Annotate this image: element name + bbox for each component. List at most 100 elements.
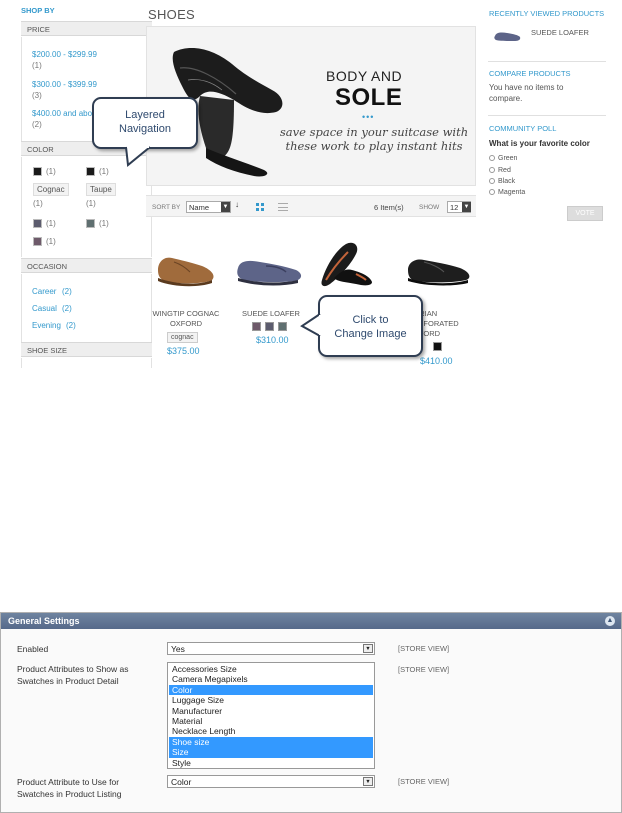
poll-radio-black[interactable] xyxy=(489,178,495,184)
color-swatch-count: (1) xyxy=(99,219,109,228)
listing-swatch-value: Color xyxy=(171,777,192,787)
color-swatch-cognac[interactable]: Cognac xyxy=(33,183,69,196)
recently-viewed-heading: RECENTLY VIEWED PRODUCTS xyxy=(489,9,605,18)
price-filter-400-above[interactable]: $400.00 and above xyxy=(32,109,101,118)
color-swatch-teal[interactable] xyxy=(86,219,95,228)
dorian-perforated-oxford-image[interactable] xyxy=(404,248,476,288)
recent-product-name[interactable]: SUEDE LOAFER xyxy=(531,27,589,38)
color-swatch-count: (1) xyxy=(33,199,43,208)
occasion-filter-career[interactable]: Career xyxy=(32,287,56,296)
grid-view-icon[interactable] xyxy=(256,203,264,211)
product-name-wingtip[interactable]: WINGTIP COGNAC OXFORD xyxy=(146,309,226,329)
color-swatch-charcoal[interactable] xyxy=(86,167,95,176)
multiselect-option-luggage-size[interactable]: Luggage Size xyxy=(169,695,373,705)
multiselect-option-style[interactable]: Style xyxy=(169,758,373,768)
scope-label: [STORE VIEW] xyxy=(398,665,450,674)
price-filter-count: (3) xyxy=(32,91,42,100)
multiselect-option-material[interactable]: Material xyxy=(169,716,373,726)
multiselect-option-shoe-size[interactable]: Shoe size xyxy=(169,736,373,748)
chevron-up-icon[interactable]: ▲ xyxy=(605,616,615,626)
product-price: $375.00 xyxy=(167,346,200,356)
general-settings-panel: General Settings ▲ Enabled Yes ▼ [STORE … xyxy=(0,612,622,813)
product-name-line: OXFORD xyxy=(169,319,203,328)
banner-subheading: SOLE xyxy=(335,84,403,111)
occasion-filter-count: (2) xyxy=(62,287,72,296)
color-swatch-plum[interactable] xyxy=(33,237,42,246)
divider xyxy=(488,61,606,62)
chevron-down-icon[interactable]: ▼ xyxy=(363,777,373,786)
scope-label: [STORE VIEW] xyxy=(398,644,450,653)
color-swatch-count: (1) xyxy=(46,167,56,176)
change-image-callout: Click to Change Image xyxy=(318,295,423,357)
multiselect-option-camera-megapixels[interactable]: Camera Megapixels xyxy=(169,674,373,684)
banner-tagline: save space in your suitcase with these w… xyxy=(279,125,469,153)
multiselect-option-color[interactable]: Color xyxy=(169,684,373,696)
enabled-select[interactable]: Yes ▼ xyxy=(167,642,375,655)
color-swatch-count: (1) xyxy=(99,167,109,176)
show-label: SHOW xyxy=(419,204,440,211)
wingtip-cognac-oxford-image[interactable] xyxy=(154,248,220,288)
section-header[interactable]: General Settings ▲ xyxy=(1,613,621,629)
chevron-down-icon[interactable]: ▼ xyxy=(221,202,230,212)
price-filter-heading: PRICE xyxy=(21,21,152,36)
enabled-label: Enabled xyxy=(17,644,49,654)
layered-navigation-sidebar: SHOP BY PRICE $200.00 - $299.99 (1) $300… xyxy=(15,0,152,368)
poll-radio-magenta[interactable] xyxy=(489,189,495,195)
compare-empty-text: You have no items to compare. xyxy=(489,82,563,104)
chevron-down-icon[interactable]: ▼ xyxy=(462,202,471,212)
sort-by-label: SORT BY xyxy=(152,204,181,211)
callout-pointer xyxy=(125,145,151,167)
price-filter-200-299[interactable]: $200.00 - $299.99 xyxy=(32,50,97,59)
compare-text-line: compare. xyxy=(489,94,523,103)
multiselect-option-manufacturer[interactable]: Manufacturer xyxy=(169,706,373,716)
detail-swatches-multiselect[interactable]: Accessories Size Camera Megapixels Color… xyxy=(167,662,375,769)
multiselect-option-accessories-size[interactable]: Accessories Size xyxy=(169,664,373,674)
occasion-filter-evening[interactable]: Evening xyxy=(32,321,61,330)
banner-pager-dots[interactable]: ••• xyxy=(362,112,374,122)
color-swatch-slate[interactable] xyxy=(33,219,42,228)
poll-radio-green[interactable] xyxy=(489,155,495,161)
sort-direction-icon[interactable]: ↓ xyxy=(235,200,239,209)
color-swatch-black[interactable] xyxy=(33,167,42,176)
label-line: Product Attribute to Use for xyxy=(17,777,120,787)
items-count: 6 Item(s) xyxy=(374,203,404,212)
community-poll-heading: COMMUNITY POLL xyxy=(489,124,557,133)
product-swatch-black[interactable] xyxy=(433,342,442,351)
shoe-size-filter-heading: SHOE SIZE xyxy=(21,342,152,357)
price-filter-count: (1) xyxy=(32,61,42,70)
product-swatch-slate[interactable] xyxy=(265,322,274,331)
product-name-line: WINGTIP COGNAC xyxy=(152,309,220,318)
poll-option-label: Green xyxy=(498,155,518,162)
listing-swatch-label: Product Attribute to Use for Swatches in… xyxy=(17,776,121,800)
vote-button[interactable]: VOTE xyxy=(567,206,603,221)
recent-product-thumbnail[interactable] xyxy=(494,29,522,43)
callout-text-line: Layered xyxy=(125,109,165,121)
price-filter-count: (2) xyxy=(32,120,42,129)
multiselect-option-necklace-length[interactable]: Necklace Length xyxy=(169,726,373,736)
banner-heading: BODY AND xyxy=(326,68,403,84)
product-swatch-teal[interactable] xyxy=(278,322,287,331)
callout-pointer xyxy=(300,313,322,337)
black-flat-image[interactable] xyxy=(316,240,376,290)
product-color-chip-cognac[interactable]: cognac xyxy=(167,332,198,343)
callout-text-line: Click to xyxy=(352,314,389,326)
layered-navigation-callout: Layered Navigation xyxy=(92,97,198,149)
list-view-icon[interactable] xyxy=(278,203,288,211)
suede-loafer-image[interactable] xyxy=(236,248,306,288)
color-swatch-taupe[interactable]: Taupe xyxy=(86,183,116,196)
multiselect-option-size[interactable]: Size xyxy=(169,747,373,758)
poll-option-label: Magenta xyxy=(498,189,526,196)
chevron-down-icon[interactable]: ▼ xyxy=(363,644,373,653)
listing-swatch-select[interactable]: Color ▼ xyxy=(167,775,375,788)
occasion-filter-casual[interactable]: Casual xyxy=(32,304,57,313)
product-swatch-plum[interactable] xyxy=(252,322,261,331)
compare-products-heading: COMPARE PRODUCTS xyxy=(489,69,571,78)
poll-radio-red[interactable] xyxy=(489,167,495,173)
color-swatch-count: (1) xyxy=(86,199,96,208)
label-line: Product Attributes to Show as xyxy=(17,664,129,674)
price-filter-300-399[interactable]: $300.00 - $399.99 xyxy=(32,80,97,89)
scope-label: [STORE VIEW] xyxy=(398,777,450,786)
poll-question: What is your favorite color xyxy=(489,139,590,148)
storefront-screenshot: SHOP BY PRICE $200.00 - $299.99 (1) $300… xyxy=(0,0,622,368)
category-title: SHOES xyxy=(148,7,196,22)
